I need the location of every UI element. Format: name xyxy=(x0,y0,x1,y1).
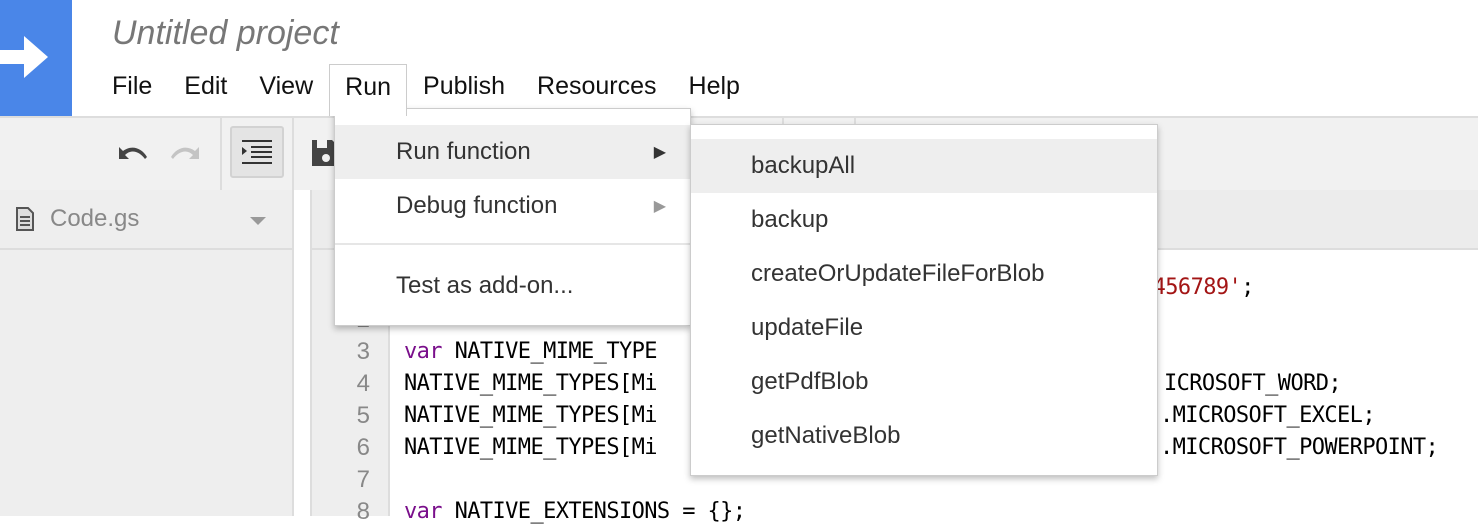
document-icon xyxy=(16,207,34,231)
toolbar-separator xyxy=(292,118,294,190)
save-icon xyxy=(312,140,336,166)
indent-icon xyxy=(242,140,272,164)
code-text: NATIVE_MIME_TYPES[Mi xyxy=(404,403,658,428)
run-menu-dropdown: Run function ▶ Debug function ▶ Test as … xyxy=(334,108,691,326)
menu-publish[interactable]: Publish xyxy=(407,64,521,108)
code-line: 8 var NATIVE_EXTENSIONS = {}; xyxy=(312,496,1478,528)
file-tab-code-gs[interactable]: Code.gs xyxy=(0,190,292,250)
line-number: 4 xyxy=(356,370,370,397)
menu-help[interactable]: Help xyxy=(673,64,756,108)
function-item-backupall[interactable]: backupAll xyxy=(691,139,1157,193)
file-sidebar: Code.gs xyxy=(0,190,294,516)
menu-edit[interactable]: Edit xyxy=(168,64,243,108)
function-item-createorupdatefileforblob[interactable]: createOrUpdateFileForBlob xyxy=(691,247,1157,301)
code-text: NATIVE_MIME_TYPES[Mi xyxy=(404,371,658,396)
menubar: File Edit View Run Publish Resources Hel… xyxy=(96,64,756,116)
line-number: 7 xyxy=(356,466,370,493)
chevron-down-icon[interactable] xyxy=(250,217,266,225)
function-label: createOrUpdateFileForBlob xyxy=(751,260,1045,287)
redo-icon xyxy=(171,147,199,159)
function-item-updatefile[interactable]: updateFile xyxy=(691,301,1157,355)
submenu-arrow-icon: ▶ xyxy=(653,198,666,215)
project-title[interactable]: Untitled project xyxy=(112,14,339,53)
code-text-tail: ICROSOFT_WORD; xyxy=(1164,371,1342,396)
function-label: backup xyxy=(751,206,829,233)
apps-script-logo[interactable] xyxy=(0,0,72,116)
redo-button[interactable] xyxy=(166,136,206,170)
submenu-arrow-icon: ▶ xyxy=(653,144,666,161)
menu-item-label: Debug function xyxy=(396,192,558,219)
menu-item-label: Run function xyxy=(396,138,531,165)
undo-button[interactable] xyxy=(112,136,152,170)
menu-item-test-as-add-on[interactable]: Test as add-on... xyxy=(335,259,690,313)
line-number: 8 xyxy=(356,498,370,525)
function-item-getpdfblob[interactable]: getPdfBlob xyxy=(691,355,1157,409)
menu-resources[interactable]: Resources xyxy=(521,64,673,108)
line-number: 5 xyxy=(356,402,370,429)
function-label: getNativeBlob xyxy=(751,422,901,449)
file-name: Code.gs xyxy=(50,205,140,232)
function-item-getnativeblob[interactable]: getNativeBlob xyxy=(691,409,1157,463)
code-punct: ; xyxy=(1241,275,1254,300)
function-label: backupAll xyxy=(751,152,856,179)
function-item-backup[interactable]: backup xyxy=(691,193,1157,247)
toolbar-separator xyxy=(220,118,222,190)
menu-item-label: Test as add-on... xyxy=(396,272,574,299)
code-keyword: var xyxy=(404,339,443,364)
code-text: NATIVE_MIME_TYPE xyxy=(441,339,658,364)
menu-divider xyxy=(335,243,690,245)
menu-file[interactable]: File xyxy=(96,64,168,108)
code-text: NATIVE_EXTENSIONS = {}; xyxy=(441,499,746,524)
menu-run[interactable]: Run xyxy=(329,64,408,116)
line-number: 3 xyxy=(356,338,370,365)
code-text-tail: .MICROSOFT_POWERPOINT; xyxy=(1160,435,1439,460)
code-keyword: var xyxy=(404,499,443,524)
menu-item-debug-function[interactable]: Debug function ▶ xyxy=(335,179,690,233)
indent-button[interactable] xyxy=(230,126,284,178)
menu-view[interactable]: View xyxy=(243,64,329,108)
arrow-right-icon xyxy=(0,36,48,78)
run-function-submenu: backupAll backup createOrUpdateFileForBl… xyxy=(690,124,1158,476)
line-number: 6 xyxy=(356,434,370,461)
menu-item-run-function[interactable]: Run function ▶ xyxy=(335,125,690,179)
function-label: updateFile xyxy=(751,314,864,341)
undo-icon xyxy=(119,147,147,159)
function-label: getPdfBlob xyxy=(751,368,869,395)
code-text-tail: .MICROSOFT_EXCEL; xyxy=(1160,403,1376,428)
code-text: NATIVE_MIME_TYPES[Mi xyxy=(404,435,658,460)
save-button[interactable] xyxy=(312,138,336,168)
sidebar-resize-handle[interactable] xyxy=(294,190,312,516)
